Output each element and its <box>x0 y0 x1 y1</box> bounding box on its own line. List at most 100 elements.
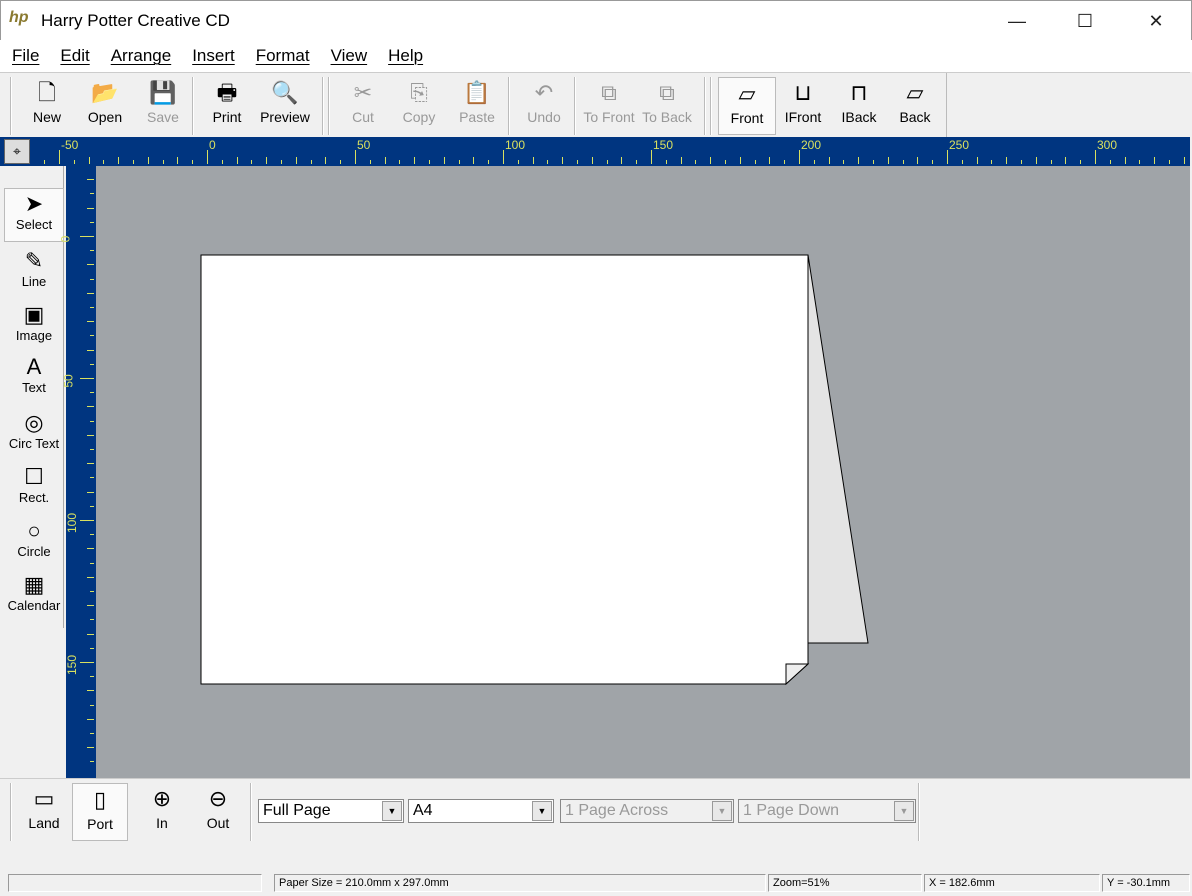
card-front-page[interactable] <box>200 254 809 685</box>
ruler-tick <box>90 420 94 422</box>
zoom-out-icon: ⊖ <box>208 786 228 811</box>
back-button[interactable]: ▱ Back <box>886 77 944 135</box>
cut-button[interactable]: ✂ Cut <box>334 77 392 135</box>
port-button[interactable]: ▯ Port <box>72 783 128 841</box>
menu-help[interactable]: Help <box>385 40 432 72</box>
tool-text[interactable]: A Text <box>4 352 64 406</box>
to-back-icon: ⧉ <box>659 80 675 105</box>
ruler-label: 200 <box>801 138 822 152</box>
in-button[interactable]: ⊕ In <box>134 783 190 841</box>
print-button[interactable]: 🖶 Print <box>198 77 256 135</box>
land-button[interactable]: ▭ Land <box>16 783 72 841</box>
menu-format[interactable]: Format <box>253 40 319 72</box>
paper-select-value: A4 <box>413 802 433 819</box>
ruler-tick <box>429 160 430 164</box>
close-button[interactable]: ✕ <box>1133 1 1179 41</box>
toolbar-separator <box>328 77 330 135</box>
main-toolbar: 🗋 New 📂 Open 💾 Save 🖶 Print 🔍 Preview ✂ Cut ⎘ Copy 📋 Pa… <box>0 72 1190 137</box>
view-toolbar: ▭ Land ▯ Port ⊕ In ⊖ Out Full Page ▼ A4 ▼ 1 Page … <box>0 778 1190 842</box>
ruler-tick <box>90 392 94 394</box>
ruler-tick <box>90 307 94 308</box>
tool-select[interactable]: ➤ Select <box>4 188 64 242</box>
open-button[interactable]: 📂 Open <box>76 77 134 135</box>
ruler-tick <box>1183 157 1185 164</box>
menu-insert[interactable]: Insert <box>189 40 244 72</box>
ifront-button[interactable]: ⊔ IFront <box>774 77 832 135</box>
menu-edit[interactable]: Edit <box>57 40 98 72</box>
ruler-label: 150 <box>653 138 674 152</box>
ruler-tick <box>340 160 342 164</box>
ruler-tick <box>90 278 94 280</box>
tool-calendar[interactable]: ▦ Calendar <box>4 570 64 624</box>
view-select[interactable]: Full Page ▼ <box>258 799 404 823</box>
tool-image[interactable]: ▣ Image <box>4 300 64 354</box>
printer-icon: 🖶 <box>216 80 238 105</box>
tool-label: Rect. <box>18 490 50 505</box>
chevron-down-icon[interactable]: ▼ <box>382 801 402 821</box>
button-label: Save <box>147 109 179 125</box>
ruler-label: 0 <box>209 138 216 152</box>
vertical-ruler: 0 50 100 150 <box>58 166 96 778</box>
ruler-label: 50 <box>357 138 371 152</box>
scissors-icon: ✂ <box>353 80 373 105</box>
minimize-button[interactable]: — <box>994 1 1040 41</box>
pages-across-value: 1 Page Across <box>565 802 669 819</box>
tool-line[interactable]: ✎ Line <box>4 246 64 300</box>
ruler-tick <box>90 335 94 337</box>
ruler-tick <box>606 160 608 164</box>
menu-arrange[interactable]: Arrange <box>108 40 180 72</box>
tool-circ-text[interactable]: ◎ Circ Text <box>4 408 64 462</box>
back-view-icon: ▱ <box>906 80 924 105</box>
ruler-tick <box>961 160 963 164</box>
ruler-tick <box>562 157 564 164</box>
pages-across-select[interactable]: 1 Page Across ▼ <box>560 799 734 823</box>
ruler-tick <box>443 157 445 164</box>
to-front-icon: ⧉ <box>601 80 617 105</box>
chevron-down-icon[interactable]: ▼ <box>712 801 732 821</box>
ruler-tick <box>651 150 652 164</box>
paper-select[interactable]: A4 ▼ <box>408 799 554 823</box>
button-label: Front <box>730 110 764 126</box>
ruler-tick <box>90 676 94 678</box>
pages-down-select[interactable]: 1 Page Down ▼ <box>738 799 916 823</box>
ruler-tick <box>87 747 94 749</box>
ruler-tick <box>887 157 889 164</box>
ruler-tick <box>192 160 194 164</box>
chevron-down-icon[interactable]: ▼ <box>894 801 914 821</box>
tool-rect[interactable]: ☐ Rect. <box>4 462 64 516</box>
to-front-button[interactable]: ⧉ To Front <box>580 77 638 135</box>
ruler-tick <box>1095 150 1096 164</box>
ruler-label: -50 <box>61 138 79 152</box>
tool-circle[interactable]: ○ Circle <box>4 516 64 570</box>
chevron-down-icon[interactable]: ▼ <box>532 801 552 821</box>
maximize-button[interactable]: ☐ <box>1062 1 1108 41</box>
design-canvas[interactable] <box>96 166 1190 778</box>
ruler-tick <box>414 157 416 164</box>
ruler-tick <box>1169 160 1170 164</box>
ruler-origin-button[interactable]: ⌖ <box>4 139 30 164</box>
save-button[interactable]: 💾 Save <box>134 77 192 135</box>
ruler-tick <box>207 150 208 164</box>
iback-button[interactable]: ⊓ IBack <box>830 77 888 135</box>
menu-view[interactable]: View <box>328 40 377 72</box>
ruler-tick <box>87 349 94 351</box>
status-bar: Paper Size = 210.0mm x 297.0mm Zoom=51% … <box>0 872 1192 896</box>
ruler-tick <box>739 157 741 164</box>
out-button[interactable]: ⊖ Out <box>190 783 246 841</box>
status-x: X = 182.6mm <box>924 874 1100 892</box>
new-button[interactable]: 🗋 New <box>18 77 76 135</box>
card-page[interactable] <box>96 166 1190 778</box>
copy-button[interactable]: ⎘ Copy <box>390 77 448 135</box>
landscape-icon: ▭ <box>33 786 55 811</box>
title-bar: hp Harry Potter Creative CD — ☐ ✕ <box>0 0 1192 40</box>
paste-button[interactable]: 📋 Paste <box>448 77 506 135</box>
tool-palette: ➤ Select ✎ Line ▣ Image A Text ◎ Circ Text ☐ Rect. ○… <box>2 166 64 628</box>
undo-icon: ↶ <box>534 80 554 105</box>
undo-button[interactable]: ↶ Undo <box>515 77 573 135</box>
ruler-tick <box>725 160 726 164</box>
front-button[interactable]: ▱ Front <box>718 77 776 135</box>
preview-button[interactable]: 🔍 Preview <box>256 77 314 135</box>
ruler-tick <box>384 157 386 164</box>
menu-file[interactable]: File <box>9 40 48 72</box>
to-back-button[interactable]: ⧉ To Back <box>638 77 696 135</box>
